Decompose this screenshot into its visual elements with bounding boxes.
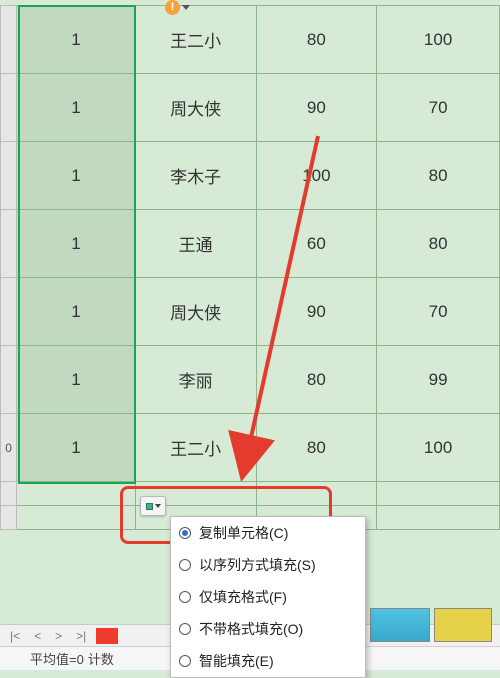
fill-option-label: 以序列方式填充(S) [199,555,316,575]
fill-option-label: 仅填充格式(F) [199,587,287,607]
row-header[interactable] [1,74,17,142]
status-count: 计数 [88,649,114,668]
fill-icon [146,503,153,510]
fill-option-2[interactable]: 仅填充格式(F) [171,581,365,613]
cell[interactable]: 100 [377,414,500,482]
row-header[interactable] [1,6,17,74]
cell[interactable]: 99 [377,346,500,414]
warning-icon: ! [165,0,180,15]
cell[interactable]: 1 [17,414,136,482]
row-header[interactable] [1,142,17,210]
fill-option-label: 复制单元格(C) [199,523,288,543]
table-row[interactable]: 1李丽8099 [1,346,500,414]
fill-option-label: 智能填充(E) [199,651,274,671]
active-sheet-indicator[interactable] [96,628,118,644]
thumbnail-1 [370,608,430,642]
row-header[interactable] [1,210,17,278]
nav-first-button[interactable]: |< [6,629,24,643]
fill-option-label: 不带格式填充(O) [199,619,303,639]
table-row[interactable]: 01王二小80100 [1,414,500,482]
row-header[interactable]: 0 [1,414,17,482]
cell[interactable]: 60 [256,210,377,278]
cell[interactable]: 1 [17,6,136,74]
autofill-options-button[interactable] [140,496,166,516]
cell[interactable] [377,482,500,506]
table-row[interactable]: 1周大侠9070 [1,278,500,346]
cell[interactable]: 李丽 [135,346,256,414]
cell[interactable]: 周大侠 [135,278,256,346]
row-header[interactable] [1,506,17,530]
cell[interactable]: 80 [256,346,377,414]
radio-icon [179,527,191,539]
cell[interactable]: 1 [17,346,136,414]
cell[interactable]: 90 [256,278,377,346]
radio-icon [179,559,191,571]
table-row[interactable] [1,482,500,506]
cell[interactable] [17,506,136,530]
cell[interactable]: 70 [377,74,500,142]
cell[interactable] [256,482,377,506]
cell[interactable]: 王二小 [135,414,256,482]
nav-next-button[interactable]: > [51,629,66,643]
cell[interactable]: 70 [377,278,500,346]
data-table[interactable]: 1王二小801001周大侠90701李木子100801王通60801周大侠907… [0,5,500,530]
table-row[interactable]: 1王通6080 [1,210,500,278]
cell[interactable] [377,506,500,530]
cell[interactable]: 王二小 [135,6,256,74]
cell[interactable]: 1 [17,74,136,142]
radio-icon [179,591,191,603]
chevron-down-icon [182,5,190,10]
thumbnail-2 [434,608,492,642]
table-row[interactable]: 1王二小80100 [1,6,500,74]
cell[interactable]: 周大侠 [135,74,256,142]
smart-tag-button[interactable]: ! [165,0,195,16]
nav-last-button[interactable]: >| [72,629,90,643]
cell[interactable]: 80 [256,414,377,482]
cell[interactable]: 100 [377,6,500,74]
table-row[interactable]: 1李木子10080 [1,142,500,210]
cell[interactable]: 李木子 [135,142,256,210]
row-header[interactable] [1,482,17,506]
chevron-down-icon [155,504,161,508]
fill-option-1[interactable]: 以序列方式填充(S) [171,549,365,581]
fill-option-3[interactable]: 不带格式填充(O) [171,613,365,645]
nav-prev-button[interactable]: < [30,629,45,643]
cell[interactable]: 1 [17,142,136,210]
radio-icon [179,623,191,635]
radio-icon [179,655,191,667]
cell[interactable]: 1 [17,278,136,346]
cell[interactable]: 80 [377,210,500,278]
cell[interactable]: 80 [256,6,377,74]
row-header[interactable] [1,346,17,414]
cell[interactable]: 1 [17,210,136,278]
cell[interactable]: 100 [256,142,377,210]
spreadsheet-grid[interactable]: 1王二小801001周大侠90701李木子100801王通60801周大侠907… [0,5,500,530]
fill-option-4[interactable]: 智能填充(E) [171,645,365,677]
cell[interactable]: 80 [377,142,500,210]
cell[interactable]: 90 [256,74,377,142]
autofill-options-menu: 复制单元格(C) 以序列方式填充(S) 仅填充格式(F) 不带格式填充(O) 智能填充(… [170,516,366,678]
table-row[interactable]: 1周大侠9070 [1,74,500,142]
row-header[interactable] [1,278,17,346]
cell[interactable]: 王通 [135,210,256,278]
cell[interactable] [17,482,136,506]
fill-option-0[interactable]: 复制单元格(C) [171,517,365,549]
status-average: 平均值=0 [30,649,84,668]
